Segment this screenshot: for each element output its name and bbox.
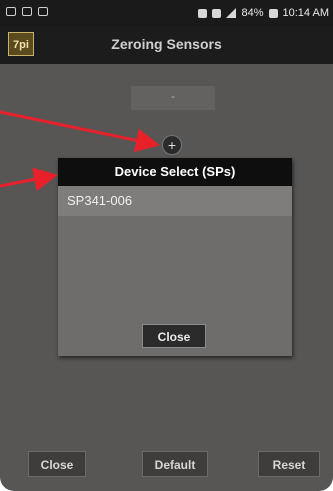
arrow-to-add-button (0, 110, 160, 153)
arrow-to-device-item (0, 167, 58, 192)
annotation-arrows (0, 110, 160, 192)
